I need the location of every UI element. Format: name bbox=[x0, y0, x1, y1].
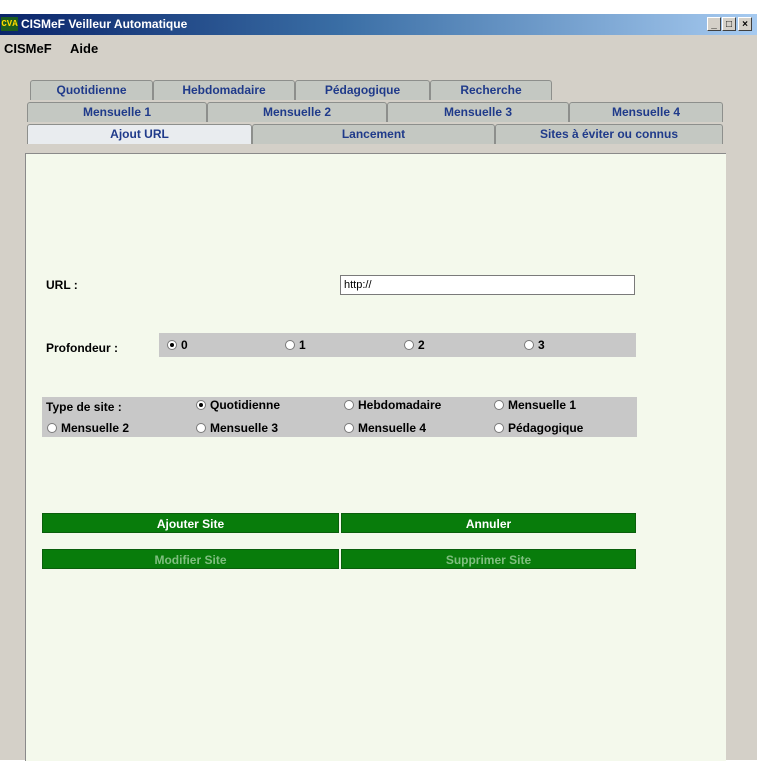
tab-mensuelle-3[interactable]: Mensuelle 3 bbox=[387, 102, 569, 122]
maximize-button[interactable]: □ bbox=[722, 17, 736, 31]
type-option-mensuelle-1[interactable]: Mensuelle 1 bbox=[494, 398, 576, 412]
menu-cismef[interactable]: CISMeF bbox=[4, 41, 52, 56]
type-option-mensuelle-3[interactable]: Mensuelle 3 bbox=[196, 421, 278, 435]
app-logo-icon: CVA bbox=[1, 17, 18, 31]
tab-mensuelle-4[interactable]: Mensuelle 4 bbox=[569, 102, 723, 122]
depth-options-strip bbox=[159, 333, 636, 357]
radio-unselected-icon bbox=[524, 340, 534, 350]
radio-selected-icon bbox=[196, 400, 206, 410]
tab-mensuelle-1[interactable]: Mensuelle 1 bbox=[27, 102, 207, 122]
radio-label: Quotidienne bbox=[210, 398, 280, 412]
radio-unselected-icon bbox=[196, 423, 206, 433]
depth-option-1[interactable]: 1 bbox=[285, 338, 306, 352]
radio-unselected-icon bbox=[285, 340, 295, 350]
tab-quotidienne[interactable]: Quotidienne bbox=[30, 80, 153, 100]
tab-hebdomadaire[interactable]: Hebdomadaire bbox=[153, 80, 295, 100]
tab-lancement[interactable]: Lancement bbox=[252, 124, 495, 144]
delete-site-button[interactable]: Supprimer Site bbox=[341, 549, 636, 569]
cancel-button[interactable]: Annuler bbox=[341, 513, 636, 533]
radio-label: 0 bbox=[181, 338, 188, 352]
close-button[interactable]: × bbox=[738, 17, 752, 31]
radio-unselected-icon bbox=[344, 400, 354, 410]
tab-pedagogique[interactable]: Pédagogique bbox=[295, 80, 430, 100]
radio-unselected-icon bbox=[404, 340, 414, 350]
add-site-button[interactable]: Ajouter Site bbox=[42, 513, 339, 533]
modify-site-button[interactable]: Modifier Site bbox=[42, 549, 339, 569]
radio-unselected-icon bbox=[494, 423, 504, 433]
type-option-mensuelle-4[interactable]: Mensuelle 4 bbox=[344, 421, 426, 435]
site-type-label: Type de site : bbox=[46, 400, 122, 414]
title-bar: CVA CISMeF Veilleur Automatique _ □ × bbox=[0, 14, 757, 35]
minimize-button[interactable]: _ bbox=[707, 17, 721, 31]
tab-recherche[interactable]: Recherche bbox=[430, 80, 552, 100]
depth-option-2[interactable]: 2 bbox=[404, 338, 425, 352]
radio-label: Mensuelle 1 bbox=[508, 398, 577, 412]
tab-sites-a-eviter[interactable]: Sites à éviter ou connus bbox=[495, 124, 723, 144]
type-option-quotidienne[interactable]: Quotidienne bbox=[196, 398, 280, 412]
radio-unselected-icon bbox=[344, 423, 354, 433]
type-option-pedagogique[interactable]: Pédagogique bbox=[494, 421, 583, 435]
url-label: URL : bbox=[46, 278, 78, 292]
radio-label: 2 bbox=[418, 338, 425, 352]
type-option-mensuelle-2[interactable]: Mensuelle 2 bbox=[47, 421, 129, 435]
radio-label: Pédagogique bbox=[508, 421, 584, 435]
depth-label: Profondeur : bbox=[46, 341, 118, 355]
radio-unselected-icon bbox=[47, 423, 57, 433]
tab-mensuelle-2[interactable]: Mensuelle 2 bbox=[207, 102, 387, 122]
menu-bar: CISMeF Aide bbox=[0, 35, 757, 61]
radio-label: Mensuelle 3 bbox=[210, 421, 279, 435]
radio-label: 3 bbox=[538, 338, 545, 352]
radio-label: Mensuelle 4 bbox=[358, 421, 427, 435]
depth-option-3[interactable]: 3 bbox=[524, 338, 545, 352]
url-input[interactable] bbox=[340, 275, 635, 295]
menu-aide[interactable]: Aide bbox=[70, 41, 98, 56]
type-option-hebdomadaire[interactable]: Hebdomadaire bbox=[344, 398, 441, 412]
ajout-url-panel bbox=[25, 153, 726, 761]
radio-label: Mensuelle 2 bbox=[61, 421, 130, 435]
radio-label: Hebdomadaire bbox=[358, 398, 442, 412]
radio-unselected-icon bbox=[494, 400, 504, 410]
window-title: CISMeF Veilleur Automatique bbox=[21, 17, 188, 31]
radio-label: 1 bbox=[299, 338, 306, 352]
radio-selected-icon bbox=[167, 340, 177, 350]
tab-ajout-url[interactable]: Ajout URL bbox=[27, 124, 252, 144]
depth-option-0[interactable]: 0 bbox=[167, 338, 188, 352]
